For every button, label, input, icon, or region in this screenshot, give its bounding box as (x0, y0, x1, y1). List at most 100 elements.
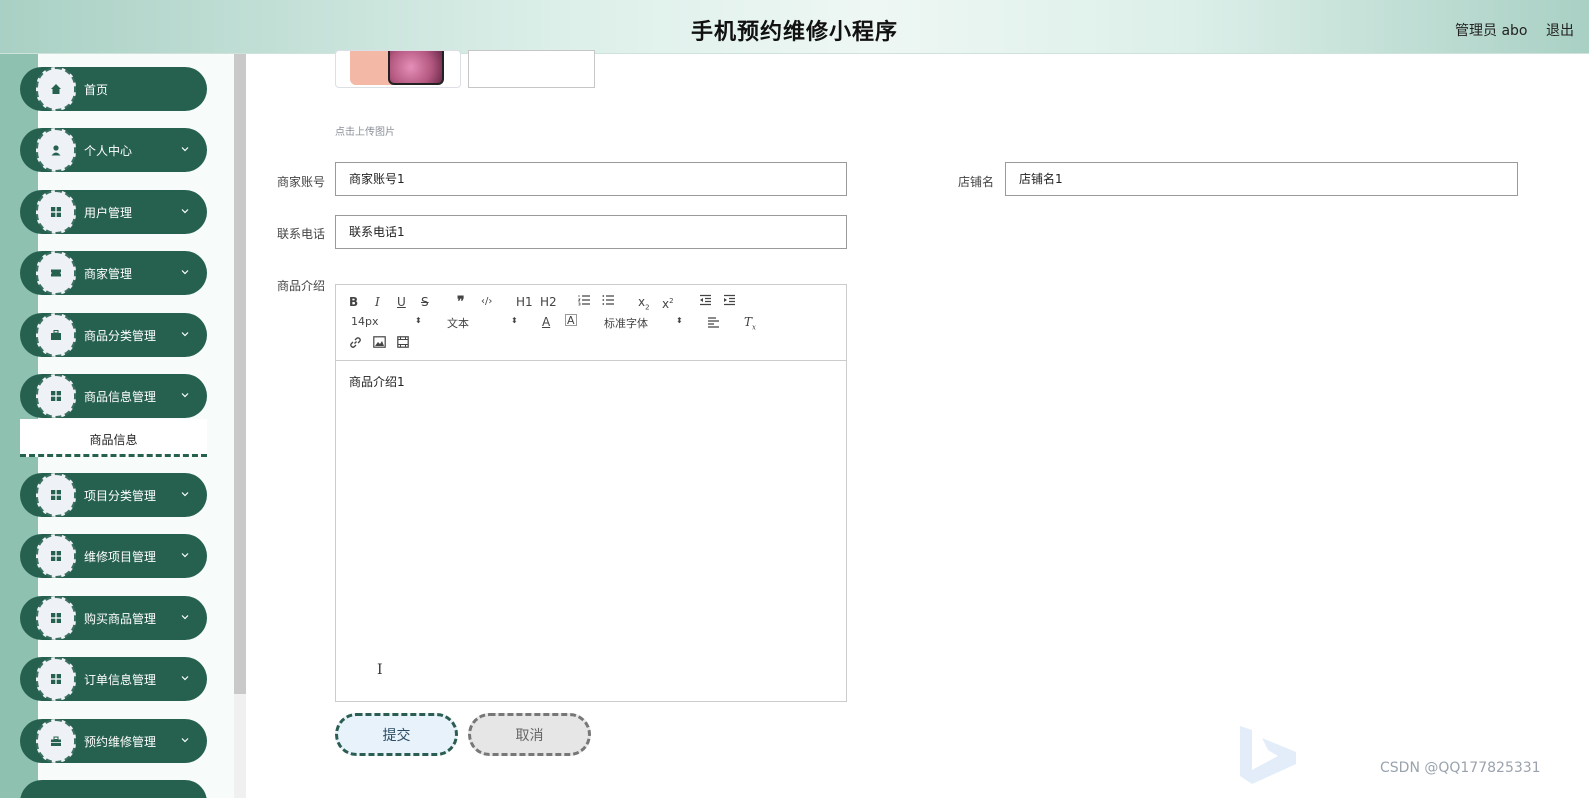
font-family-value: 标准字体 (604, 317, 648, 330)
grid-icon (36, 374, 76, 418)
product-photo-phone (388, 51, 444, 85)
sidebar-item-repair-appointment-management[interactable]: 预约维修管理 (20, 719, 207, 763)
merchant-account-input[interactable]: 商家账号1 (335, 162, 847, 196)
font-size-value: 14px (351, 315, 379, 328)
font-family-select[interactable]: 标准字体 ⬍ (604, 315, 686, 331)
bold-icon[interactable]: B (349, 294, 358, 310)
rich-text-editor: B I U S ❞ ‹/› H1 H2 x2 x2 14px ⬍ 文本 ⬍ A … (335, 284, 847, 702)
chevron-down-icon (180, 489, 190, 499)
indent-icon[interactable] (723, 294, 736, 310)
sidebar-item-label: 商品信息管理 (84, 390, 157, 404)
select-arrows-icon: ⬍ (415, 316, 422, 325)
phone-input[interactable]: 联系电话1 (335, 215, 847, 249)
sidebar-item-label: 用户管理 (84, 206, 133, 220)
chevron-down-icon (180, 612, 190, 622)
merchant-account-label: 商家账号 (277, 175, 326, 189)
ticket-icon (36, 251, 76, 295)
briefcase-icon (36, 313, 76, 357)
chevron-down-icon (180, 673, 190, 683)
shop-name-label: 店铺名 (958, 175, 995, 189)
bing-logo-icon (1240, 726, 1296, 784)
sidebar-item-next[interactable] (20, 780, 207, 798)
image-upload-box[interactable] (468, 50, 595, 88)
header-1-icon[interactable]: H1 (516, 294, 533, 310)
sidebar-subitem-label: 商品信息 (89, 433, 138, 447)
ordered-list-icon[interactable] (578, 294, 591, 310)
sidebar-scrollbar[interactable] (234, 54, 246, 798)
superscript-icon[interactable]: x2 (662, 293, 674, 311)
align-icon[interactable] (707, 316, 720, 332)
sidebar-item-project-category-management[interactable]: 项目分类管理 (20, 473, 207, 517)
sidebar-item-user-management[interactable]: 用户管理 (20, 190, 207, 234)
watermark: CSDN @QQ177825331 (1380, 760, 1541, 776)
sidebar-item-order-management[interactable]: 订单信息管理 (20, 657, 207, 701)
sidebar-item-merchant-management[interactable]: 商家管理 (20, 251, 207, 295)
blockquote-icon[interactable]: ❞ (457, 294, 465, 310)
sidebar-item-repair-project-management[interactable]: 维修项目管理 (20, 534, 207, 578)
sidebar-item-personal-center[interactable]: 个人中心 (20, 128, 207, 172)
link-icon[interactable] (349, 336, 362, 352)
outdent-icon[interactable] (699, 294, 712, 310)
editor-toolbar: B I U S ❞ ‹/› H1 H2 x2 x2 14px ⬍ 文本 ⬍ A … (336, 285, 846, 361)
sidebar-item-home[interactable]: 首页 (20, 67, 207, 111)
chevron-down-icon (180, 735, 190, 745)
upload-hint: 点击上传图片 (335, 127, 395, 138)
grid-icon (36, 657, 76, 701)
app-title: 手机预约维修小程序 (690, 20, 898, 45)
sidebar-item-product-info-management[interactable]: 商品信息管理 (20, 374, 207, 418)
cancel-button[interactable]: 取消 (468, 713, 591, 756)
submit-button[interactable]: 提交 (335, 713, 458, 756)
shop-name-input[interactable]: 店铺名1 (1005, 162, 1518, 196)
strikethrough-icon[interactable]: S (421, 294, 429, 310)
intro-label: 商品介绍 (277, 279, 326, 293)
select-arrows-icon: ⬍ (511, 316, 518, 325)
text-style-value: 文本 (447, 317, 469, 330)
sidebar-item-label: 商品分类管理 (84, 329, 157, 343)
chevron-down-icon (180, 390, 190, 400)
italic-icon[interactable]: I (375, 294, 380, 310)
text-color-icon[interactable]: A (542, 314, 550, 330)
sidebar-item-label: 订单信息管理 (84, 673, 157, 687)
video-icon[interactable] (397, 336, 409, 352)
select-arrows-icon: ⬍ (676, 316, 683, 325)
header-2-icon[interactable]: H2 (540, 294, 557, 310)
chevron-down-icon (180, 329, 190, 339)
edit-form: 点击上传图片 商家账号 商家账号1 店铺名 店铺名1 联系电话 联系电话1 商品… (246, 50, 1589, 798)
chevron-down-icon (180, 267, 190, 277)
h2-label: H2 (540, 295, 557, 309)
sidebar-item-label: 个人中心 (84, 144, 133, 158)
h1-label: H1 (516, 295, 533, 309)
code-block-icon[interactable]: ‹/› (481, 294, 492, 310)
uploaded-image-thumbnail[interactable] (335, 50, 461, 88)
bullet-list-icon[interactable] (602, 294, 615, 310)
sidebar-item-label: 项目分类管理 (84, 489, 157, 503)
chevron-down-icon (180, 550, 190, 560)
user-icon (36, 128, 76, 172)
text-cursor-icon: I (377, 662, 383, 678)
editor-content[interactable]: 商品介绍1 (349, 373, 405, 390)
font-size-select[interactable]: 14px ⬍ (351, 315, 423, 328)
sidebar-item-label: 预约维修管理 (84, 735, 157, 749)
background-color-icon[interactable]: A (565, 314, 577, 326)
text-style-select[interactable]: 文本 ⬍ (447, 315, 519, 331)
sidebar-item-label: 商家管理 (84, 267, 133, 281)
underline-icon[interactable]: U (397, 294, 406, 310)
sidebar-item-label: 购买商品管理 (84, 612, 157, 626)
sidebar-subitem-product-info[interactable]: 商品信息 (20, 419, 207, 457)
sidebar: 首页 个人中心 用户管理 商家管理 商品分类管理 商品信息管理 商品信息 项目分… (0, 54, 234, 798)
phone-label: 联系电话 (277, 227, 326, 241)
sidebar-item-product-category-management[interactable]: 商品分类管理 (20, 313, 207, 357)
subscript-icon[interactable]: x2 (638, 294, 650, 311)
sidebar-item-purchase-management[interactable]: 购买商品管理 (20, 596, 207, 640)
image-icon[interactable] (373, 336, 386, 352)
toolbox-icon (36, 719, 76, 763)
top-header: 手机预约维修小程序 管理员 abo 退出 (0, 0, 1589, 54)
sidebar-item-label: 维修项目管理 (84, 550, 157, 564)
logout-link[interactable]: 退出 (1546, 20, 1574, 40)
sidebar-scrollbar-thumb[interactable] (234, 54, 246, 694)
chevron-down-icon (180, 206, 190, 216)
grid-icon (36, 534, 76, 578)
grid-icon (36, 190, 76, 234)
clear-format-icon[interactable]: Tx (744, 314, 756, 331)
sidebar-item-label: 首页 (84, 83, 109, 97)
